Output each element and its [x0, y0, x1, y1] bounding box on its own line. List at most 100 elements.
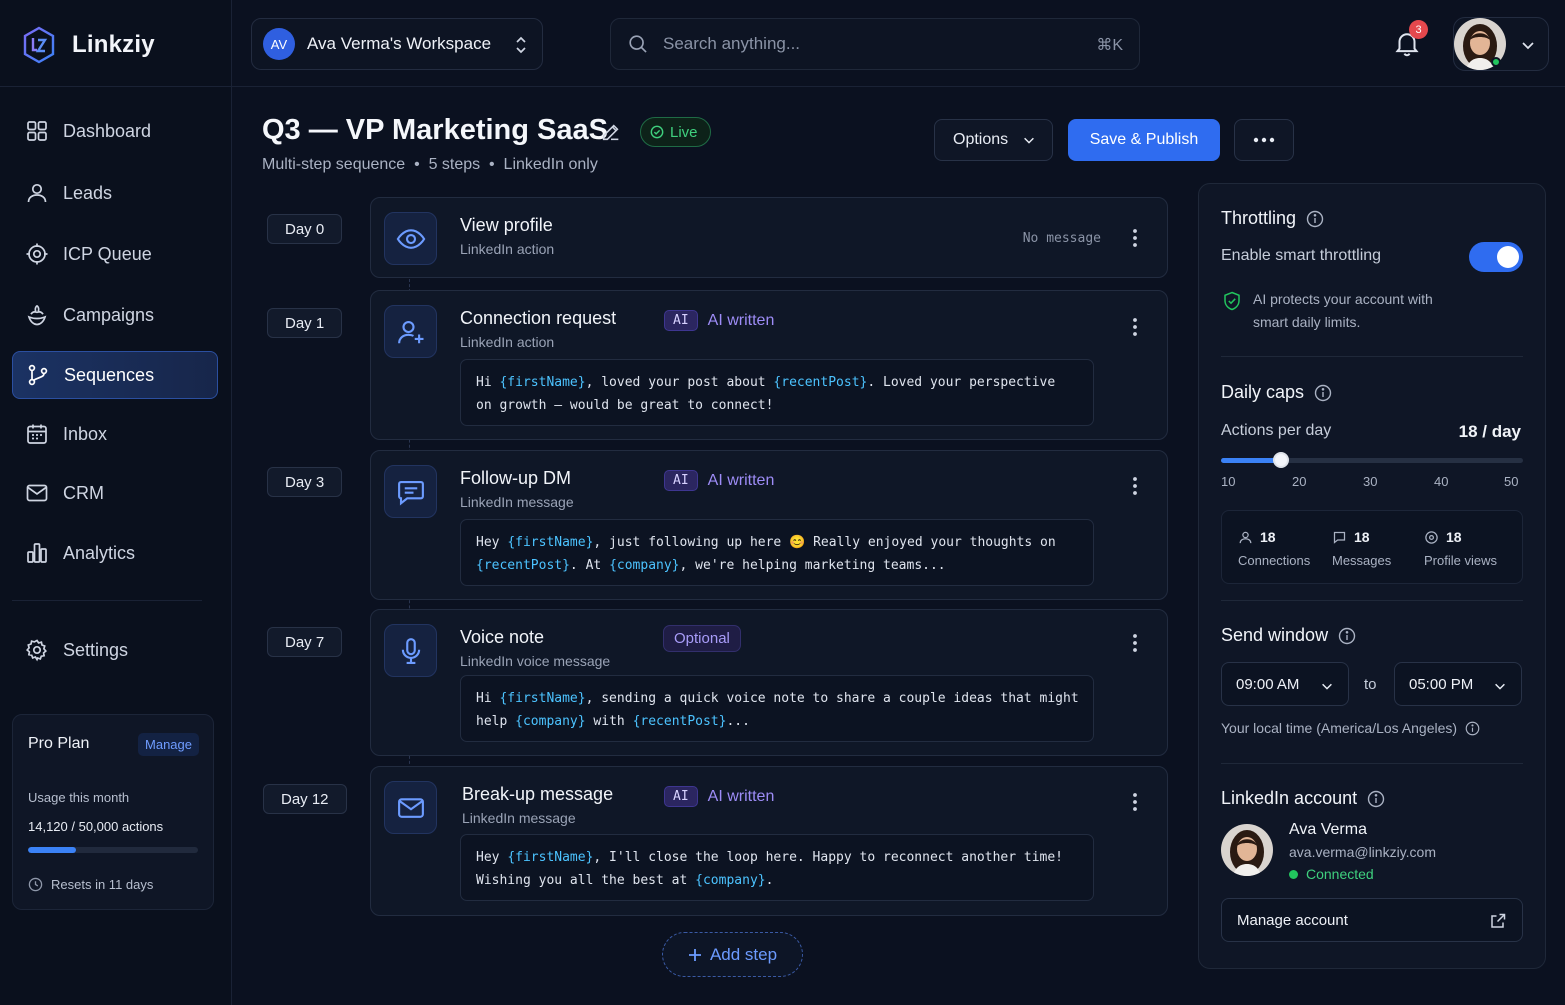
message-text: Hi — [476, 691, 500, 706]
message-preview[interactable]: Hi {firstName}, sending a quick voice no… — [460, 675, 1094, 742]
message-preview[interactable]: Hey {firstName}, I'll close the loop her… — [460, 834, 1094, 901]
caps-summary: 18 Connections 18 Messages 18 Profile vi… — [1221, 510, 1523, 584]
step-card-voice-note[interactable]: Voice note LinkedIn voice message Option… — [370, 609, 1168, 756]
message-preview[interactable]: Hi {firstName}, loved your post about {r… — [460, 359, 1094, 426]
actions-slider[interactable] — [1221, 452, 1523, 468]
template-variable: {company} — [695, 873, 766, 888]
nav-item-sequences[interactable]: Sequences — [12, 351, 218, 399]
nav-item-campaigns[interactable]: Campaigns — [12, 291, 218, 339]
chat-icon — [1332, 530, 1347, 545]
optional-badge: Optional — [663, 625, 741, 652]
info-icon[interactable] — [1314, 384, 1332, 402]
slider-thumb[interactable] — [1273, 452, 1290, 468]
nav-item-leads[interactable]: Leads — [12, 169, 218, 217]
message-line: help {company} with {recentPost}... — [476, 710, 1078, 733]
message-line: Hi {firstName}, sending a quick voice no… — [476, 687, 1079, 710]
user-plus-icon — [384, 305, 437, 358]
section-title: Daily caps — [1221, 382, 1305, 402]
divider — [232, 86, 1565, 87]
info-icon[interactable] — [1367, 790, 1385, 808]
message-text: with — [585, 714, 633, 729]
chevron-down-icon — [1495, 683, 1505, 690]
template-variable: {firstName} — [499, 691, 586, 706]
search-input[interactable] — [663, 34, 1063, 54]
search-icon — [627, 33, 649, 55]
day-label: Day 0 — [267, 214, 343, 244]
nav-item-icp-queue[interactable]: ICP Queue — [12, 230, 218, 278]
info-icon[interactable] — [1338, 627, 1356, 645]
nav-item-analytics[interactable]: Analytics — [12, 529, 218, 577]
workspace-switcher[interactable]: AV Ava Verma's Workspace — [251, 18, 543, 70]
info-icon[interactable] — [1306, 210, 1324, 228]
status-badge: Live — [640, 117, 711, 147]
more-button[interactable] — [1234, 119, 1294, 161]
nav-item-dashboard[interactable]: Dashboard — [12, 107, 218, 155]
account-email: ava.verma@linkziy.com — [1289, 844, 1436, 860]
nav-item-crm[interactable]: CRM — [12, 469, 218, 517]
more-vertical-icon[interactable] — [1132, 228, 1138, 248]
message-text: Hey — [476, 535, 508, 550]
cap-label: Messages — [1332, 553, 1392, 568]
status-dot — [1289, 869, 1298, 879]
message-line: {recentPost}. At {company}, we're helpin… — [476, 554, 1078, 577]
save-publish-button[interactable]: Save & Publish — [1068, 119, 1220, 161]
cap-value: 18 — [1260, 529, 1276, 545]
plan-manage-button[interactable]: Manage — [138, 733, 199, 756]
sidebar: Linkziy Dashboard Leads ICP Queue Campai… — [0, 0, 232, 1005]
day-label: Day 1 — [267, 308, 343, 338]
edit-icon[interactable] — [600, 121, 622, 143]
day-label: Day 3 — [267, 467, 343, 497]
info-icon[interactable] — [1465, 721, 1480, 736]
step-subtitle: LinkedIn message — [460, 494, 574, 510]
step-card-break-up-message[interactable]: Break-up message LinkedIn message AI AI w… — [370, 766, 1168, 916]
template-variable: {recentPost} — [632, 714, 727, 729]
template-variable: {firstName} — [499, 375, 586, 390]
clock-icon — [28, 877, 43, 892]
user-menu[interactable] — [1453, 17, 1549, 71]
manage-account-label: Manage account — [1237, 911, 1348, 929]
more-vertical-icon[interactable] — [1132, 633, 1138, 653]
step-title: Follow-up DM — [460, 468, 572, 488]
message-text: on growth — would be great to connect! — [476, 398, 774, 413]
nav-item-inbox[interactable]: Inbox — [12, 410, 218, 458]
send-window-to-select[interactable]: 05:00 PM — [1394, 662, 1522, 706]
more-horizontal-icon — [1253, 137, 1275, 143]
workspace-name: Ava Verma's Workspace — [307, 34, 492, 53]
message-line: Hey {firstName}, just following up here … — [476, 531, 1078, 554]
manage-account-button[interactable]: Manage account — [1221, 898, 1523, 942]
toggle-knob — [1497, 246, 1519, 268]
select-value: 05:00 PM — [1409, 675, 1474, 693]
message-preview[interactable]: Hey {firstName}, just following up here … — [460, 519, 1094, 586]
slider-tick: 20 — [1292, 474, 1307, 489]
message-text: Hi — [476, 375, 500, 390]
message-text: . Loved your perspective — [867, 375, 1056, 390]
options-button[interactable]: Options — [934, 119, 1053, 161]
mail-icon — [25, 481, 49, 505]
nav-item-settings[interactable]: Settings — [12, 626, 218, 674]
message-text: help — [476, 714, 516, 729]
brand[interactable]: Linkziy — [22, 26, 155, 64]
add-step-button[interactable]: Add step — [662, 932, 803, 977]
section-title: Send window — [1221, 625, 1329, 645]
usage-progress-fill — [28, 847, 76, 853]
avatar — [1221, 824, 1273, 876]
message-text: ... — [726, 714, 750, 729]
template-variable: {firstName} — [507, 535, 594, 550]
slider-tick: 30 — [1363, 474, 1378, 489]
step-card-view-profile[interactable]: View profile LinkedIn action No message — [370, 197, 1168, 278]
day-label: Day 12 — [263, 784, 347, 814]
actions-per-day-label: Actions per day — [1221, 422, 1332, 439]
message-text: , I'll close the loop here. Happy to rec… — [593, 850, 1064, 865]
send-window-from-select[interactable]: 09:00 AM — [1221, 662, 1349, 706]
more-vertical-icon[interactable] — [1132, 792, 1138, 812]
step-card-connection-request[interactable]: Connection request LinkedIn action AI AI … — [370, 290, 1168, 440]
throttling-toggle[interactable] — [1469, 242, 1523, 272]
more-vertical-icon[interactable] — [1132, 476, 1138, 496]
step-title: Voice note — [460, 627, 545, 647]
more-vertical-icon[interactable] — [1132, 317, 1138, 337]
message-text: , sending a quick voice note to share a … — [585, 691, 1079, 706]
step-card-follow-up-dm[interactable]: Follow-up DM LinkedIn message AI AI writt… — [370, 450, 1168, 600]
template-variable: {company} — [515, 714, 586, 729]
throttling-toggle-label: Enable smart throttling — [1221, 247, 1382, 264]
nav-label: Analytics — [63, 542, 136, 563]
